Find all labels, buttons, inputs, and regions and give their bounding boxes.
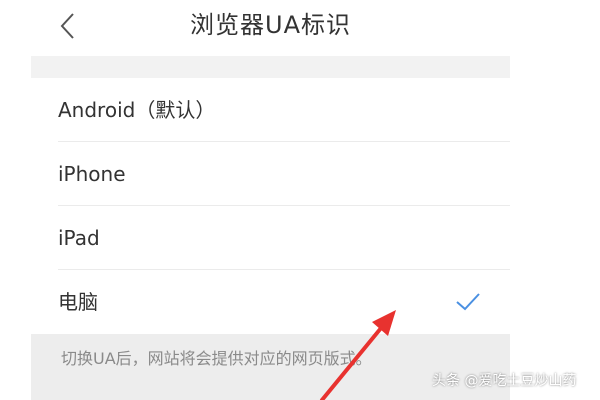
option-ipad[interactable]: iPad: [31, 206, 510, 270]
watermark: 头条 @爱吃土豆炒山药: [432, 373, 577, 389]
settings-panel: 浏览器UA标识 Android（默认） iPhone iPad 电脑 切换UA后…: [31, 0, 510, 400]
option-label: 电脑: [58, 290, 98, 314]
option-label: Android（默认）: [58, 98, 216, 122]
section-gap: [31, 56, 510, 78]
option-label: iPhone: [58, 162, 126, 186]
footer-note: 切换UA后，网站将会提供对应的网页版式。: [61, 349, 372, 368]
top-bar: 浏览器UA标识: [31, 0, 510, 56]
option-desktop[interactable]: 电脑: [31, 270, 510, 334]
option-label: iPad: [58, 226, 100, 250]
ua-options-list: Android（默认） iPhone iPad 电脑: [31, 78, 510, 334]
screen: 浏览器UA标识 Android（默认） iPhone iPad 电脑 切换UA后…: [0, 0, 600, 400]
page-title: 浏览器UA标识: [190, 11, 351, 39]
footer-area: 切换UA后，网站将会提供对应的网页版式。: [31, 334, 510, 400]
checkmark-icon: [456, 293, 480, 311]
option-android[interactable]: Android（默认）: [31, 78, 510, 142]
option-iphone[interactable]: iPhone: [31, 142, 510, 206]
